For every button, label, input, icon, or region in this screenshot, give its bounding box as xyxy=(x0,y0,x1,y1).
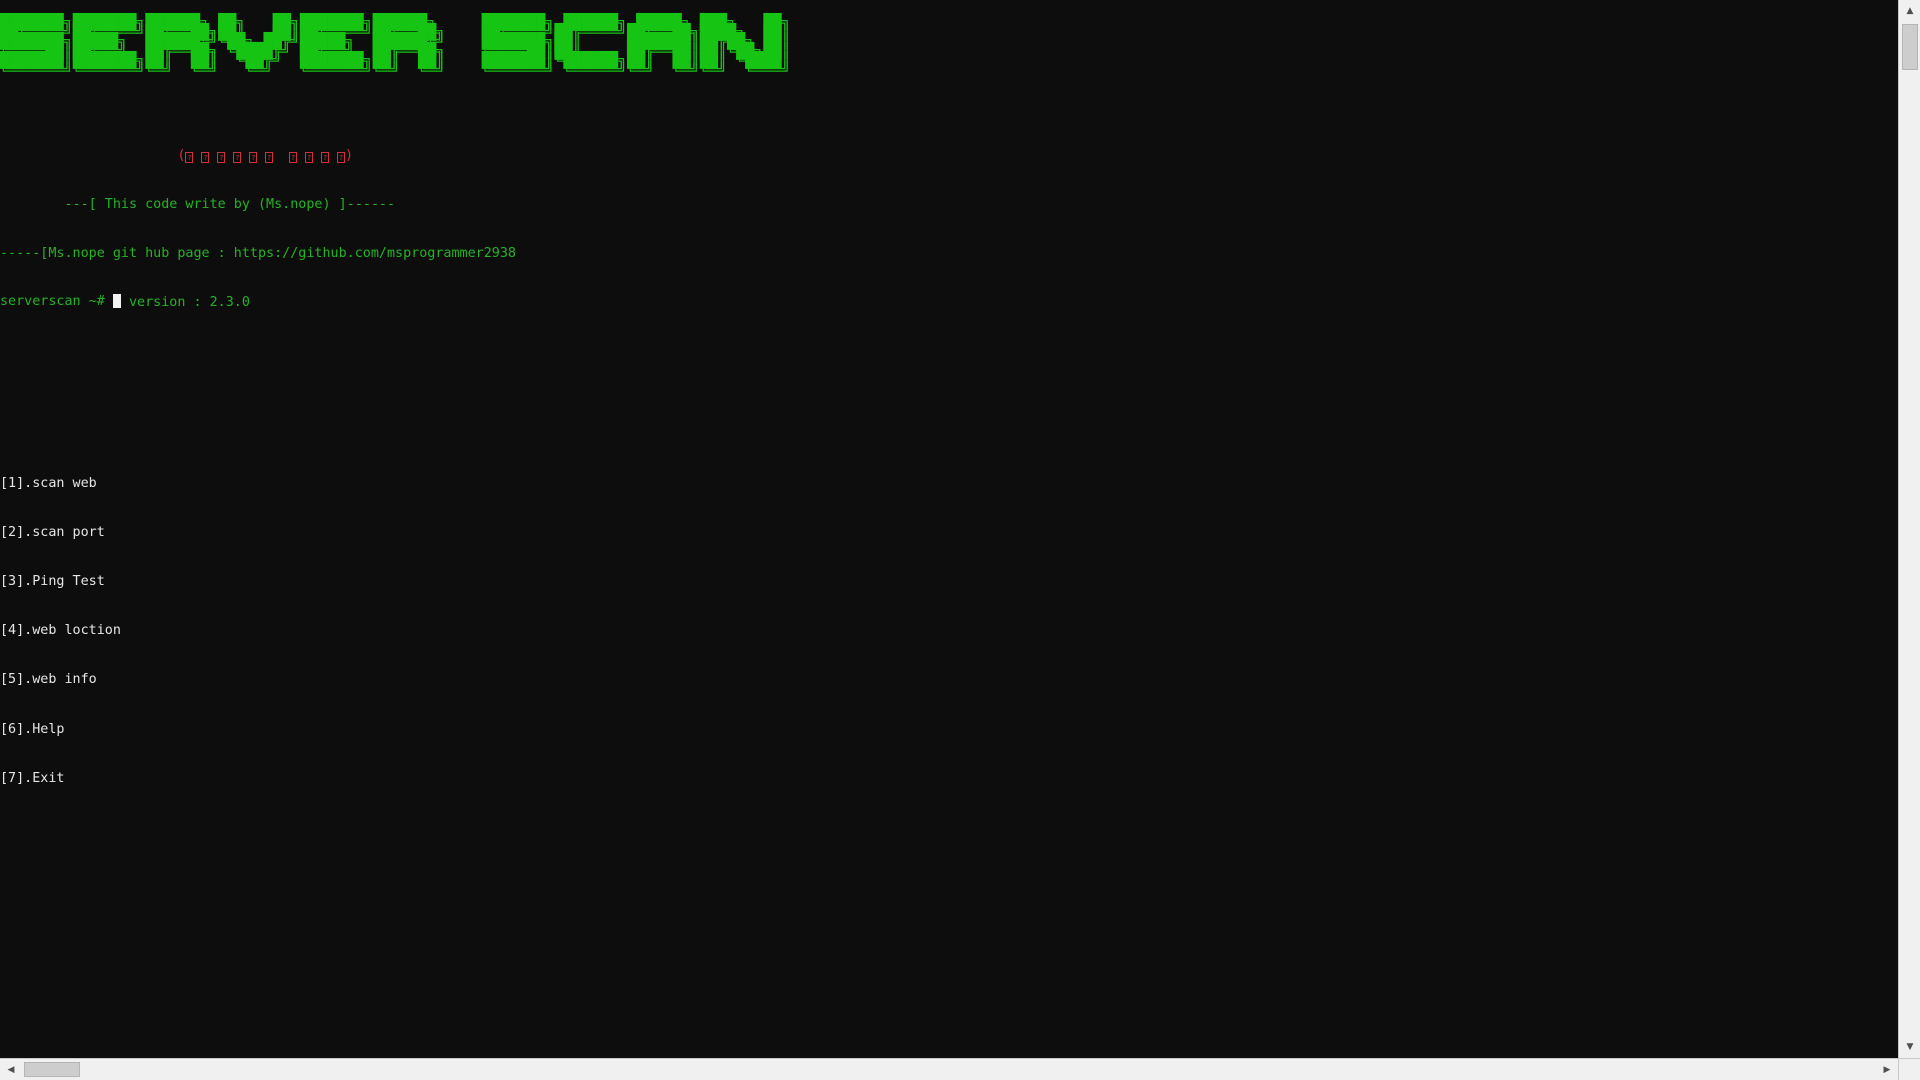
scroll-left-arrow-icon[interactable]: ◀ xyxy=(0,1059,22,1080)
scroll-right-arrow-icon[interactable]: ▶ xyxy=(1876,1059,1898,1080)
prompt-label: serverscan ~# xyxy=(0,294,113,309)
menu-item-help[interactable]: [6].Help xyxy=(0,722,516,738)
missing-glyph-box: ? xyxy=(289,151,298,163)
horizontal-scrollbar-thumb[interactable] xyxy=(24,1062,80,1077)
scroll-up-arrow-icon[interactable]: ▲ xyxy=(1899,0,1920,22)
scrollbar-corner xyxy=(1898,1058,1920,1080)
missing-glyph-box: ? xyxy=(305,151,314,163)
missing-glyph-box: ? xyxy=(337,151,345,163)
subtitle-indent xyxy=(65,148,178,163)
terminal-screen[interactable]: ███████╗███████╗██████╗ ██╗ ██╗███████╗█… xyxy=(0,0,1898,1058)
missing-glyph-box: ? xyxy=(249,151,258,163)
missing-glyph-box: ? xyxy=(265,151,274,163)
vertical-scrollbar-thumb[interactable] xyxy=(1902,24,1918,70)
menu-item-ping-test[interactable]: [3].Ping Test xyxy=(0,574,516,590)
text-cursor xyxy=(112,294,121,308)
subtitle-close-paren: ) xyxy=(344,147,354,163)
menu-item-scan-port[interactable]: [2].scan port xyxy=(0,525,516,541)
missing-glyph-box: ? xyxy=(233,151,242,163)
missing-glyph-box: ? xyxy=(201,151,210,163)
vertical-scrollbar[interactable]: ▲ ▼ xyxy=(1898,0,1920,1058)
ascii-art-banner: ███████╗███████╗██████╗ ██╗ ██╗███████╗█… xyxy=(0,13,791,80)
horizontal-scrollbar[interactable]: ◀ ▶ xyxy=(0,1058,1898,1080)
missing-glyph-box: ? xyxy=(185,151,194,163)
scroll-down-arrow-icon[interactable]: ▼ xyxy=(1899,1036,1920,1058)
subtitle-red-line: (? ? ? ? ? ? ? ? ? ?) xyxy=(0,131,516,163)
menu-item-exit[interactable]: [7].Exit xyxy=(0,771,516,787)
terminal-window: ███████╗███████╗██████╗ ██╗ ██╗███████╗█… xyxy=(0,0,1920,1080)
terminal-output: (? ? ? ? ? ? ? ? ? ?) ---[ This code wri… xyxy=(0,82,516,836)
menu-item-web-info[interactable]: [5].web info xyxy=(0,672,516,688)
menu-item-web-loction[interactable]: [4].web loction xyxy=(0,623,516,639)
credit-line: ---[ This code write by (Ms.nope) ]-----… xyxy=(0,196,396,212)
menu-item-scan-web[interactable]: [1].scan web xyxy=(0,476,516,492)
shell-prompt[interactable]: serverscan ~# xyxy=(0,294,121,310)
missing-glyph-box: ? xyxy=(321,151,330,163)
github-page-line: -----[Ms.nope git hub page : https://git… xyxy=(0,246,516,262)
missing-glyph-box: ? xyxy=(217,151,226,163)
subtitle-open-paren: ( xyxy=(177,147,186,163)
